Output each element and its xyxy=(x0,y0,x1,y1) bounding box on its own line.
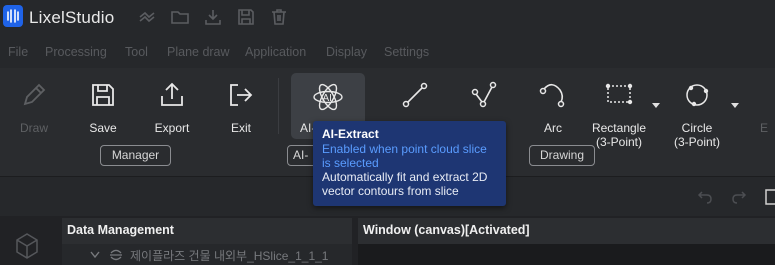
line-icon xyxy=(402,82,428,108)
menu-bar: File Processing Tool Plane draw Applicat… xyxy=(0,36,775,68)
circle-icon xyxy=(686,84,709,107)
canvas-window-header: Window (canvas)[Activated] xyxy=(358,218,775,244)
svg-text:AI: AI xyxy=(323,93,332,104)
select-icon[interactable] xyxy=(763,187,775,207)
rectangle-3point-button[interactable]: Rectangle (3-Point) xyxy=(588,74,650,149)
more-tool-button[interactable]: E xyxy=(760,74,775,140)
export-button[interactable]: Export xyxy=(143,74,201,140)
draw-button[interactable]: Draw xyxy=(5,74,63,140)
app-logo-icon xyxy=(3,5,23,27)
exit-button[interactable]: Exit xyxy=(212,74,270,140)
rectangle-dropdown-caret-icon[interactable] xyxy=(652,103,660,108)
polyline-icon xyxy=(471,81,497,108)
link-icon[interactable] xyxy=(137,7,157,27)
tooltip-note: Enabled when point cloud slice is select… xyxy=(322,142,487,170)
trash-icon[interactable] xyxy=(269,7,289,27)
save-button[interactable]: Save xyxy=(74,74,132,140)
menu-application[interactable]: Application xyxy=(245,45,306,59)
divider xyxy=(278,78,279,134)
tooltip-description: Automatically fit and extract 2D vector … xyxy=(322,170,488,198)
menu-plane-draw[interactable]: Plane draw xyxy=(167,45,230,59)
floppy-icon xyxy=(92,84,114,106)
menu-file[interactable]: File xyxy=(8,45,28,59)
slice-icon xyxy=(110,249,122,261)
undo-icon[interactable] xyxy=(697,189,713,205)
menu-settings[interactable]: Settings xyxy=(384,45,429,59)
group-manager: Manager xyxy=(100,145,171,166)
chevron-down-icon[interactable] xyxy=(90,251,100,259)
upload-icon xyxy=(161,82,183,106)
menu-processing[interactable]: Processing xyxy=(45,45,107,59)
atom-ai-icon: AI xyxy=(313,83,343,111)
canvas-viewport[interactable] xyxy=(358,244,775,265)
arc-icon xyxy=(539,83,565,108)
pencil-icon xyxy=(23,83,46,106)
circle-3point-button[interactable]: Circle (3-Point) xyxy=(667,74,727,149)
ai-extract-tooltip: AI-Extract Enabled when point cloud slic… xyxy=(313,121,506,206)
menu-display[interactable]: Display xyxy=(326,45,367,59)
tree-item-label: 제이플라즈 건물 내외부_HSlice_1_1_1 xyxy=(130,249,329,263)
group-drawing: Drawing xyxy=(529,145,595,166)
download-icon[interactable] xyxy=(203,7,223,27)
circle-dropdown-caret-icon[interactable] xyxy=(731,103,739,108)
arc-button[interactable]: Arc xyxy=(527,74,579,140)
title-bar: LixelStudio xyxy=(0,0,775,36)
tree-item[interactable]: 제이플라즈 건물 내외부_HSlice_1_1_1 xyxy=(62,244,352,265)
menu-tool[interactable]: Tool xyxy=(125,45,148,59)
cube-icon[interactable] xyxy=(12,230,42,260)
rectangle-icon xyxy=(605,83,633,105)
app-name: LixelStudio xyxy=(29,8,115,27)
tooltip-title: AI-Extract xyxy=(322,127,379,141)
save-icon[interactable] xyxy=(236,7,256,27)
redo-icon[interactable] xyxy=(731,189,747,205)
data-management-header: Data Management xyxy=(62,218,352,244)
exit-icon xyxy=(230,84,253,106)
open-folder-icon[interactable] xyxy=(170,7,190,27)
